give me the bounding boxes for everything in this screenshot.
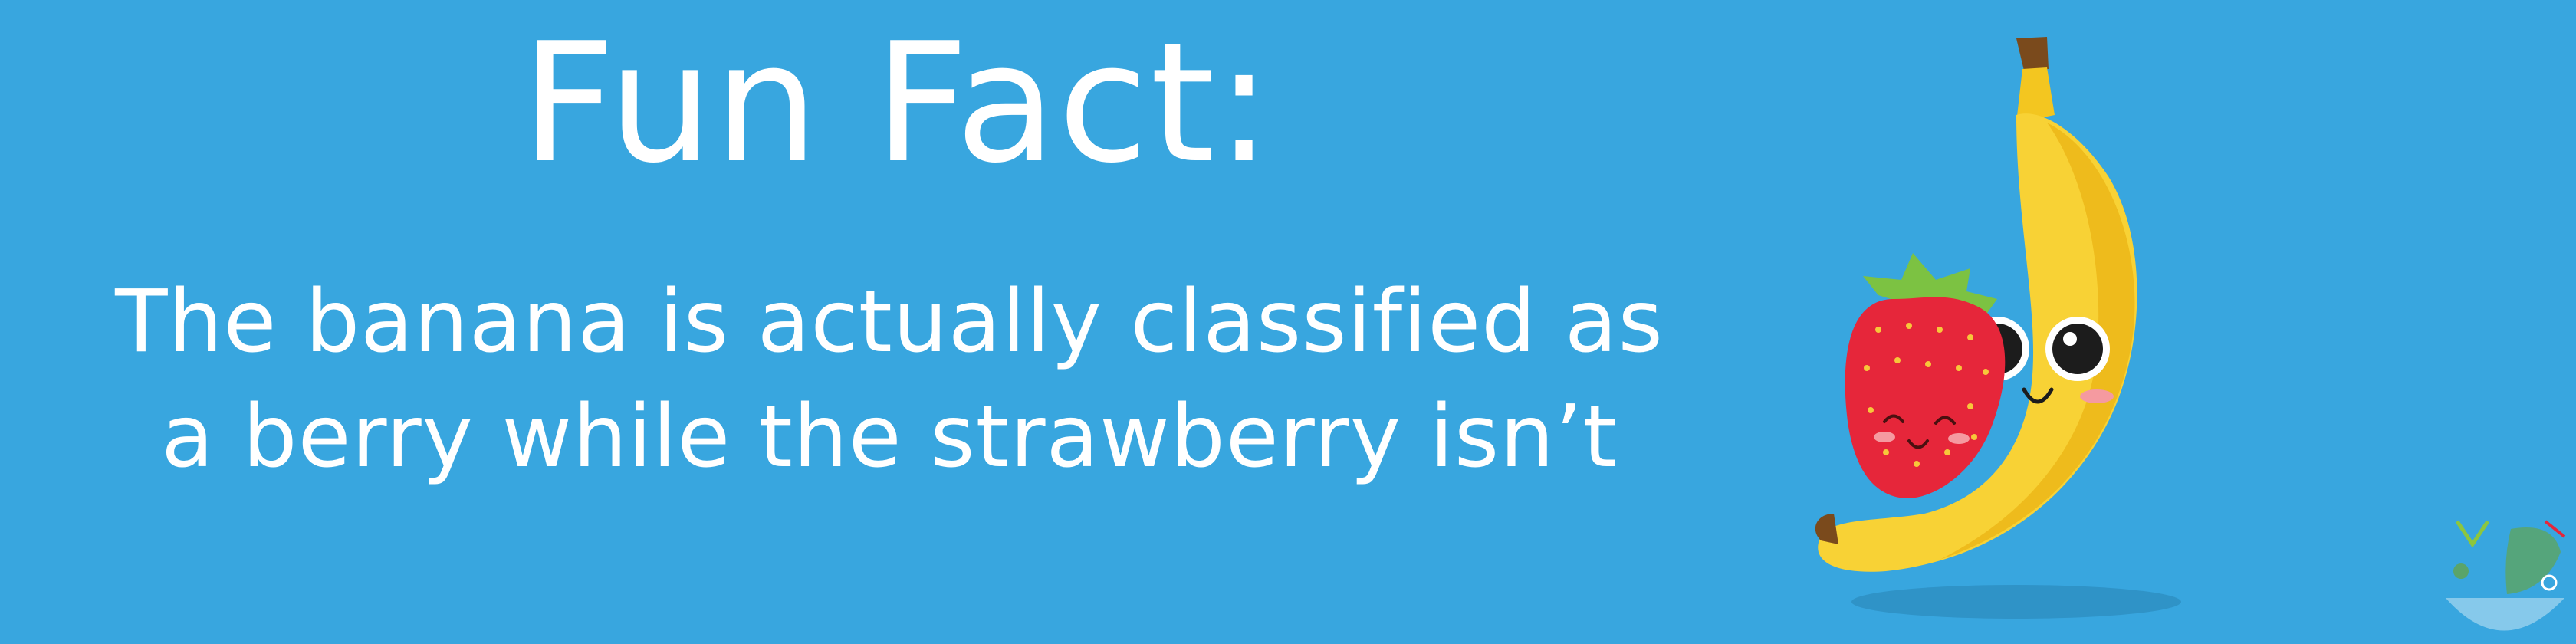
fact-line-1: The banana is actually classified as (115, 272, 1664, 372)
banner-title: Fun Fact: (521, 7, 1273, 199)
shadow-shape (1852, 585, 2181, 619)
fact-text: The banana is actually classified as a b… (46, 264, 1733, 495)
logo-bowl-icon (2446, 520, 2566, 631)
strawberry-icon (1845, 253, 2006, 498)
fact-line-2: a berry while the strawberry isn’t (161, 387, 1618, 487)
banana-strawberry-illustration (1815, 37, 2181, 619)
fun-fact-banner: Fun Fact: The banana is actually classif… (0, 0, 2576, 644)
